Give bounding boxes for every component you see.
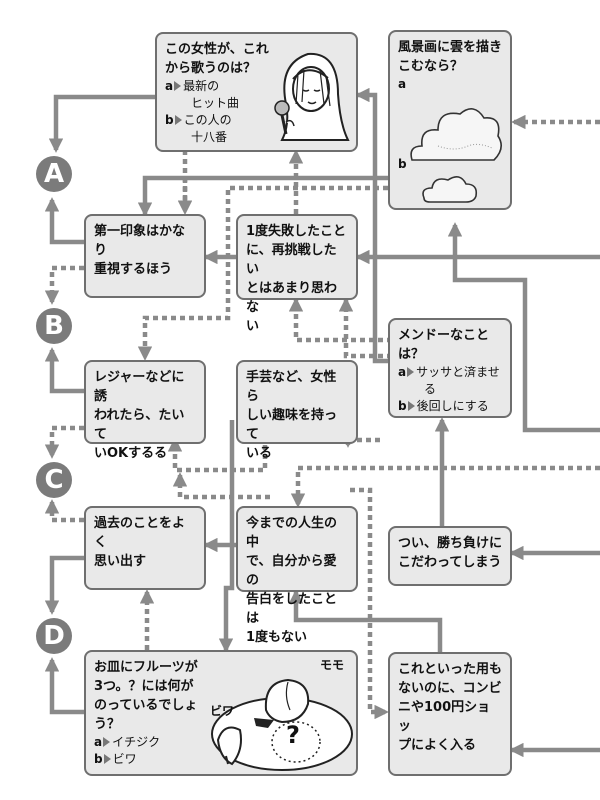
leisure-line2: われたら、たいて — [94, 408, 185, 442]
arrow-bother-to-singer — [355, 87, 388, 364]
first-impression-line2: 重視するほう — [94, 262, 173, 277]
bother-option-b-line1: 後回しにする — [416, 399, 489, 413]
arrow-into-first — [137, 175, 388, 217]
arrow-past-to-D — [44, 555, 84, 615]
bother-question-line1: メンドーなこと — [398, 328, 490, 343]
question-confess: 今までの人生の中 で、自分から愛の 告白をしたことは 1度もない — [236, 506, 358, 645]
option-a-mark: a — [165, 79, 174, 93]
singer-illustration — [274, 52, 350, 141]
leisure-line1: レジャーなどに誘 — [94, 370, 185, 404]
retry-line2: に、再挑戦したい — [246, 243, 337, 277]
retry-line1: 1度失敗したこと — [246, 224, 347, 239]
triangle-icon — [407, 401, 415, 411]
confess-line4: 1度もない — [246, 630, 308, 645]
retry-line4: い — [246, 319, 260, 334]
cumulus-cloud-illustration — [410, 108, 502, 161]
leisure-line3: いOKするる — [94, 446, 168, 461]
dash-loop-left — [172, 472, 270, 500]
arrow-leisure-to-B — [44, 347, 84, 394]
first-impression-line1: 第一印象はかなり — [94, 224, 186, 258]
dash-into-crafts-row — [290, 465, 600, 508]
question-convenience: これといった用も ないのに、コンビ ニや100円ショッ プによく入る — [388, 652, 512, 776]
confess-line3: 告白をしたことは — [246, 592, 338, 626]
dash-leisure-to-C — [44, 425, 84, 459]
arrow-crafts-to-fruit — [218, 420, 235, 653]
fruit-option-a-line1: イチジク — [112, 735, 161, 749]
bother-option-a-line2: る — [424, 382, 437, 396]
crafts-line1: 手芸など、女性ら — [246, 370, 337, 404]
landscape-option-a-mark: a — [398, 77, 407, 91]
arrow-singer-to-A — [48, 94, 155, 153]
past-line1: 過去のことをよく — [94, 516, 186, 550]
result-C-circle: C — [36, 462, 72, 498]
bother-option-b: b 後回しにする — [398, 398, 502, 415]
result-B-circle: B — [36, 308, 72, 344]
arrow-first-to-A — [44, 197, 84, 245]
convenience-line3: ニや100円ショッ — [398, 700, 491, 734]
flat-cloud-illustration — [422, 176, 478, 203]
past-line2: 思い出す — [94, 554, 147, 569]
fruit-label-loquat: ビワ — [210, 704, 235, 718]
win-lose-line1: つい、勝ち負けに — [398, 536, 503, 551]
landscape-question-line2: こむなら？ — [398, 59, 464, 74]
option-b-mark: b — [165, 113, 174, 127]
convenience-line1: これといった用も — [398, 662, 503, 677]
triangle-icon — [174, 81, 182, 91]
option-b-mark: b — [398, 399, 407, 413]
question-past: 過去のことをよく 思い出す — [84, 506, 206, 590]
crafts-line3: いる — [246, 446, 273, 461]
crafts-line2: しい趣味を持って — [246, 408, 338, 442]
win-lose-line2: こだわってしまう — [398, 555, 502, 570]
question-leisure: レジャーなどに誘 われたら、たいて いOKするる — [84, 360, 206, 461]
convenience-line2: ないのに、コンビ — [398, 681, 502, 696]
question-crafts: 手芸など、女性ら しい趣味を持って いる — [236, 360, 358, 461]
option-a-mark: a — [398, 365, 407, 379]
option-b-mark: b — [94, 752, 103, 766]
triangle-icon — [103, 754, 111, 764]
dash-past-to-C — [44, 499, 84, 523]
option-a-mark: a — [94, 735, 103, 749]
landscape-question-line1: 風景画に雲を描き — [398, 40, 503, 55]
question-retry: 1度失敗したこと に、再挑戦したい とはあまり思わな い — [236, 214, 358, 334]
triangle-icon — [174, 115, 182, 125]
question-win-lose: つい、勝ち負けに こだわってしまう — [388, 526, 512, 586]
triangle-icon — [407, 367, 415, 377]
question-landscape: 風景画に雲を描き こむなら？ a b — [388, 30, 512, 210]
confess-line2: で、自分から愛の — [246, 554, 337, 588]
triangle-icon — [103, 737, 111, 747]
fruit-mystery-mark: ? — [286, 721, 300, 749]
singer-option-b-line1: この人の — [183, 113, 232, 127]
bother-question-line2: は？ — [398, 347, 425, 362]
singer-option-a-line1: 最新の — [183, 79, 220, 93]
question-bother: メンドーなこと は？ a サッサと済ませ る b 後回しにする — [388, 318, 512, 418]
fruit-option-b-line1: ビワ — [112, 752, 137, 766]
convenience-line4: プによく入る — [398, 738, 477, 753]
bother-option-a: a サッサと済ませ — [398, 364, 502, 381]
confess-line1: 今までの人生の中 — [246, 516, 338, 550]
landscape-option-b-mark: b — [398, 157, 407, 171]
bother-option-a-line1: サッサと済ませ — [416, 365, 500, 379]
question-fruit: お皿にフルーツが 3つ。？には何が のっているでしょ う？ a イチジク b ビワ … — [84, 650, 358, 776]
result-A-circle: A — [36, 156, 72, 192]
question-singer: この女性が、これ から歌うのは？ a 最新の ヒット曲 b この人の 十八番 — [155, 32, 358, 152]
retry-line3: とはあまり思わな — [246, 281, 338, 315]
dash-first-to-B — [44, 265, 84, 305]
result-D-circle: D — [36, 618, 72, 654]
arrow-fruit-to-D — [44, 657, 84, 715]
fruit-label-peach: モモ — [320, 658, 345, 672]
question-first-impression: 第一印象はかなり 重視するほう — [84, 214, 206, 298]
